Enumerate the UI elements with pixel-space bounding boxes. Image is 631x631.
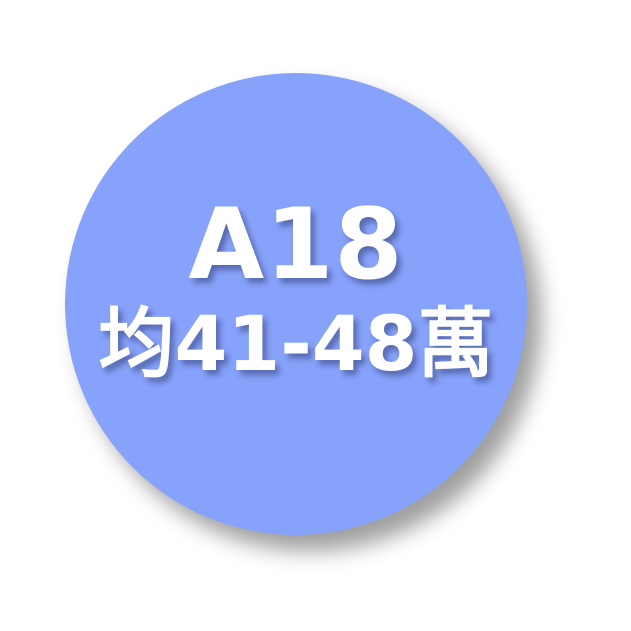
badge-canvas: A18 均41-48萬: [0, 0, 631, 631]
price-badge-circle: A18 均41-48萬: [65, 73, 527, 535]
badge-code-text: A18: [188, 188, 404, 302]
badge-price-text: 均41-48萬: [98, 299, 494, 388]
